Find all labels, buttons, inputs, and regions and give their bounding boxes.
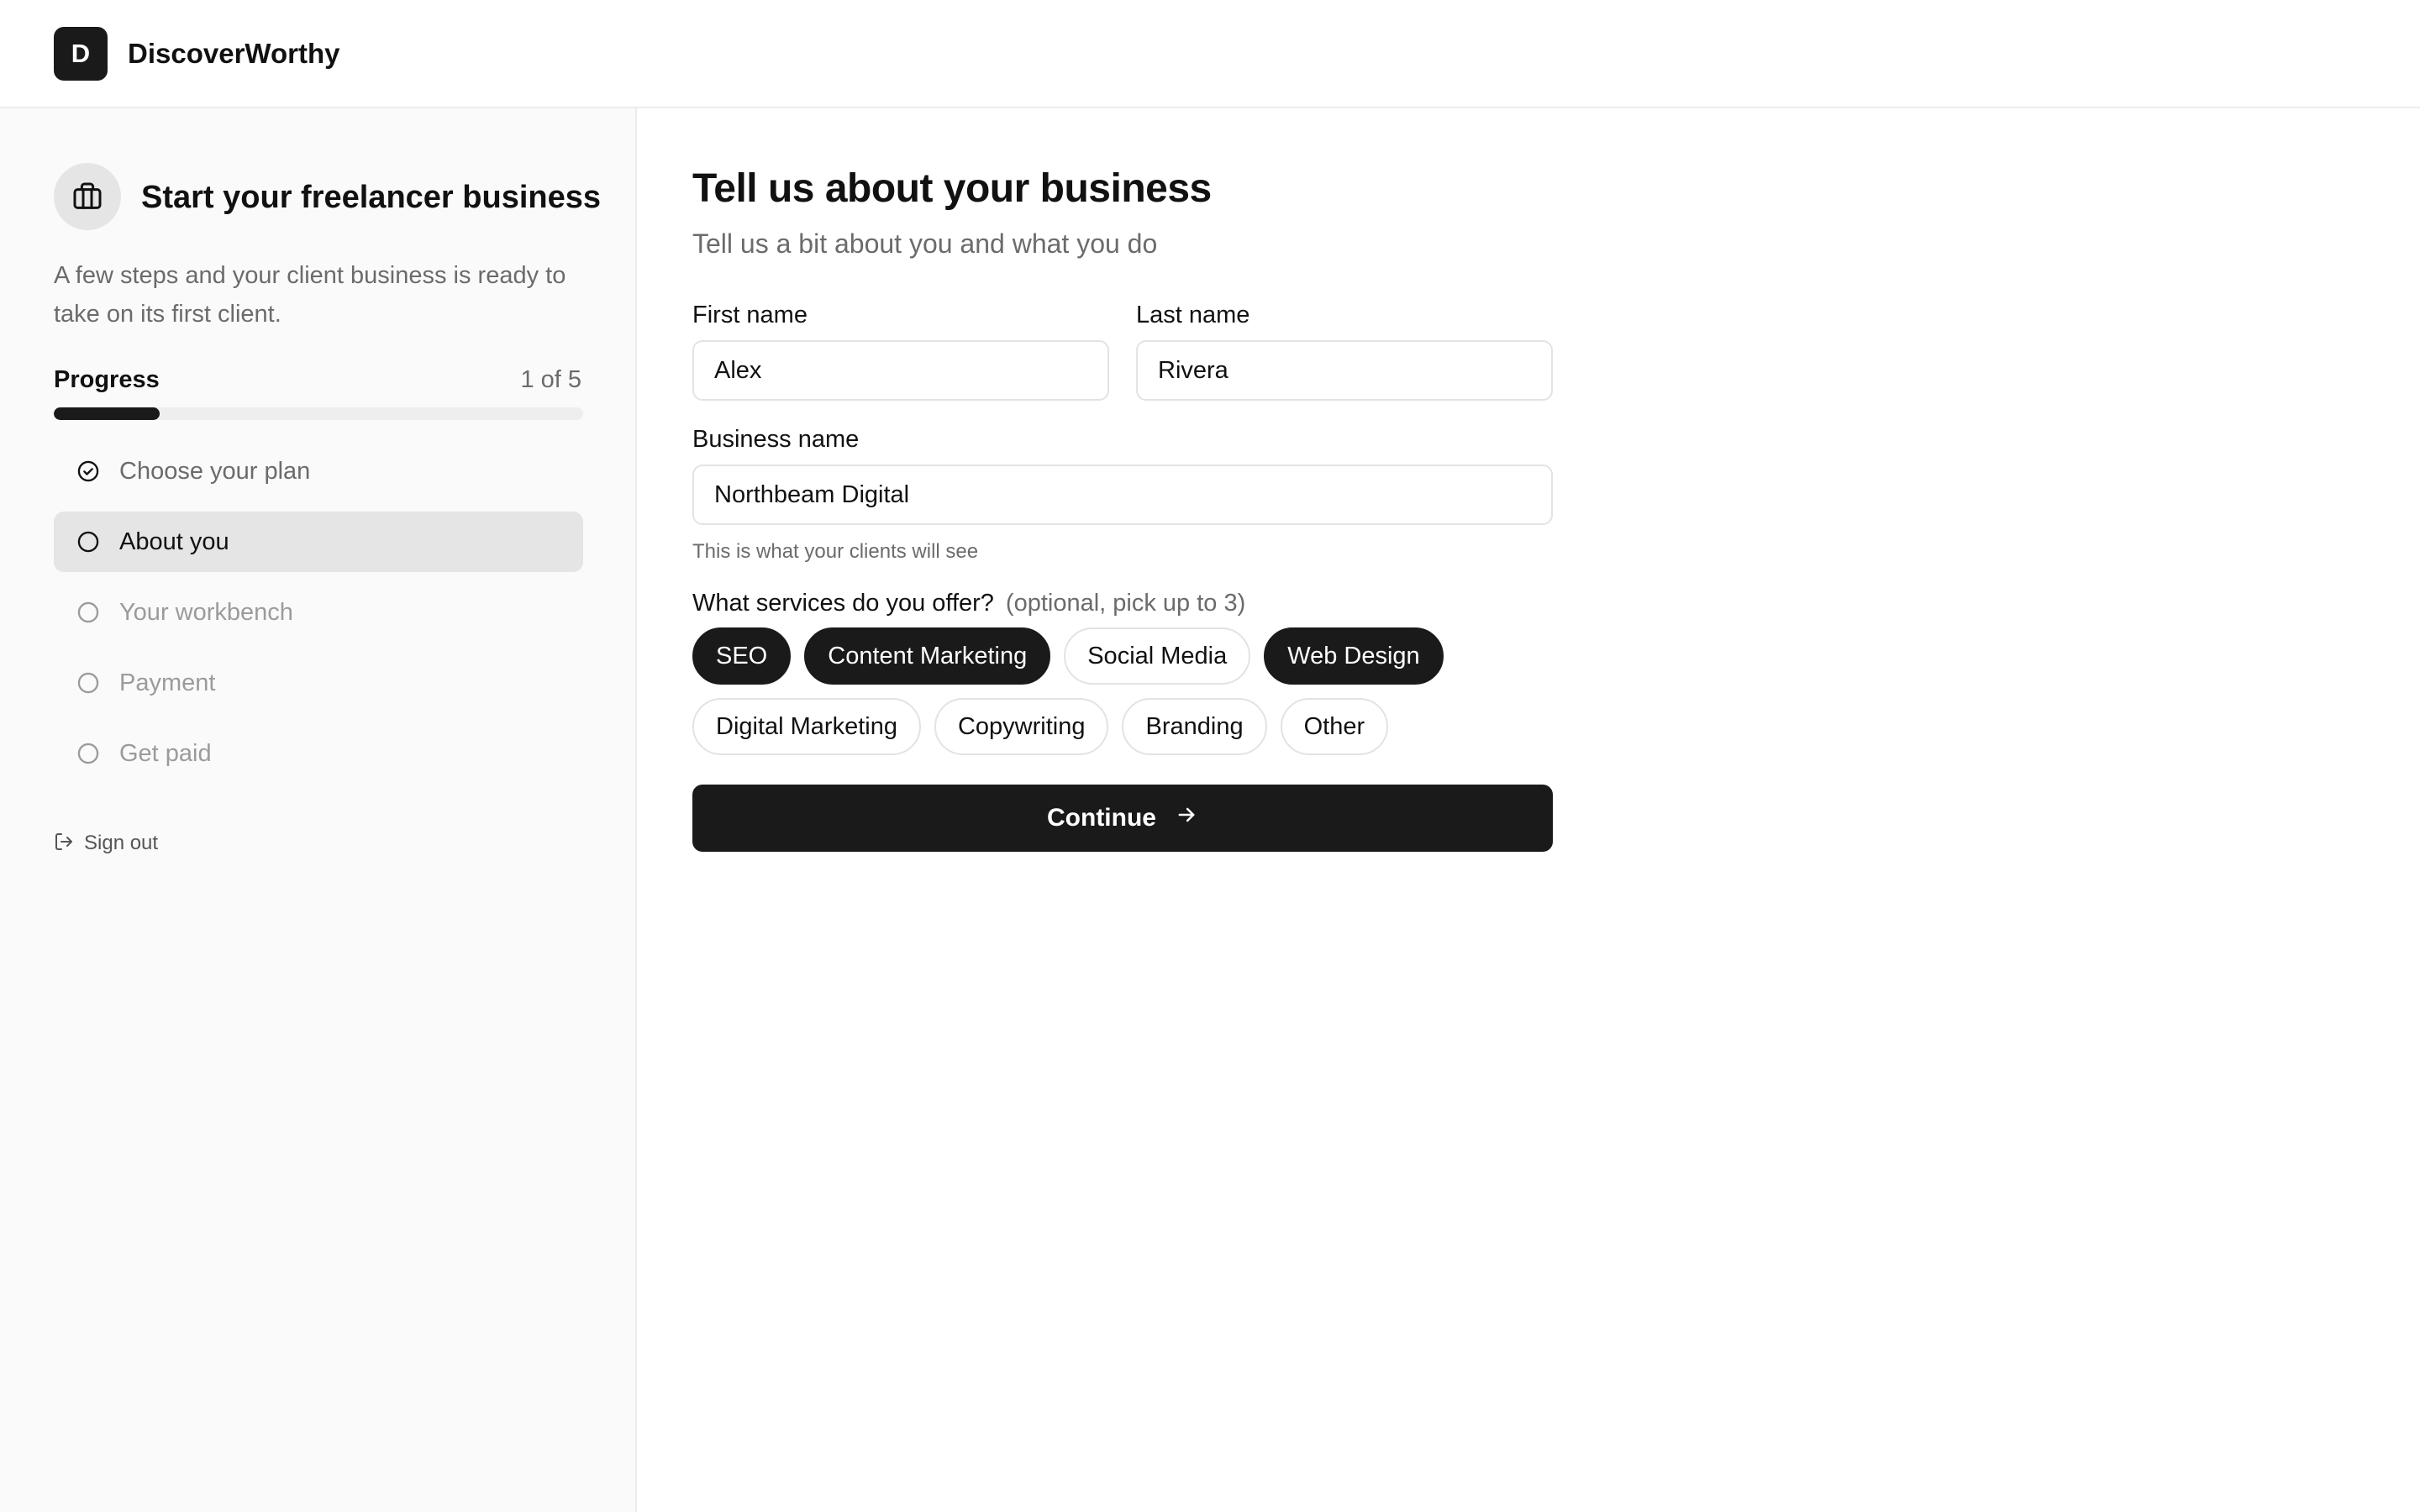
service-chip-branding[interactable]: Branding: [1122, 698, 1267, 755]
log-out-icon: [54, 832, 74, 856]
step-choose-plan[interactable]: Choose your plan: [54, 441, 583, 501]
page-title: Tell us about your business: [692, 166, 1212, 211]
top-bar: D DiscoverWorthy: [0, 0, 2420, 108]
step-list: Choose your plan About you Your workbenc…: [54, 441, 583, 794]
business-name-label: Business name: [692, 426, 860, 453]
sign-out-label: Sign out: [84, 832, 159, 854]
service-chip-web-design[interactable]: Web Design: [1264, 627, 1444, 685]
service-chip-digital-marketing[interactable]: Digital Marketing: [692, 698, 921, 755]
step-get-paid[interactable]: Get paid: [54, 723, 583, 784]
first-name-input[interactable]: [692, 340, 1109, 401]
sidebar-description: A few steps and your client business is …: [54, 262, 566, 328]
continue-button[interactable]: Continue: [692, 785, 1553, 852]
sign-out-link[interactable]: Sign out: [54, 829, 158, 858]
services-optional-note: (optional, pick up to 3): [1005, 590, 1246, 617]
sidebar-title: Start your freelancer business: [141, 180, 601, 215]
step-payment[interactable]: Payment: [54, 653, 583, 713]
continue-label: Continue: [1047, 804, 1156, 832]
business-name-hint: This is what your clients will see: [692, 540, 979, 563]
app-name[interactable]: DiscoverWorthy: [128, 35, 339, 72]
step-label: Get paid: [119, 740, 212, 767]
progress-bar: [54, 407, 583, 420]
services-chips-row-2: Digital Marketing Copywriting Branding O…: [692, 698, 1389, 755]
last-name-label: Last name: [1136, 302, 1250, 328]
circle-icon: [76, 670, 101, 696]
step-label: Choose your plan: [119, 458, 311, 485]
circle-icon: [76, 529, 101, 554]
onboarding-sidebar: Start your freelancer business A few ste…: [0, 108, 637, 1512]
step-label: Payment: [119, 669, 216, 696]
step-about-you[interactable]: About you: [54, 512, 583, 572]
step-your-workbench[interactable]: Your workbench: [54, 582, 583, 643]
services-label: What services do you offer? (optional, pi…: [692, 586, 1245, 620]
step-label: About you: [119, 528, 229, 555]
services-question: What services do you offer?: [692, 590, 994, 617]
briefcase-icon: [54, 163, 121, 230]
check-circle-icon: [76, 459, 101, 484]
service-chip-copywriting[interactable]: Copywriting: [934, 698, 1109, 755]
circle-icon: [76, 741, 101, 766]
step-label: Your workbench: [119, 599, 293, 626]
service-chip-content-marketing[interactable]: Content Marketing: [804, 627, 1051, 685]
service-chip-other[interactable]: Other: [1280, 698, 1389, 755]
business-name-input[interactable]: [692, 465, 1553, 525]
progress-count: 1 of 5: [520, 366, 581, 393]
services-chips-row-1: SEO Content Marketing Social Media Web D…: [692, 627, 1444, 685]
arrow-right-icon: [1175, 803, 1198, 833]
circle-icon: [76, 600, 101, 625]
service-chip-seo[interactable]: SEO: [692, 627, 792, 685]
first-name-label: First name: [692, 302, 808, 328]
service-chip-social-media[interactable]: Social Media: [1064, 627, 1251, 685]
progress-bar-fill: [54, 407, 160, 420]
progress-label: Progress: [54, 366, 160, 393]
page-subtitle: Tell us a bit about you and what you do: [692, 228, 1158, 259]
last-name-input[interactable]: [1136, 340, 1553, 401]
app-logo[interactable]: D: [54, 27, 108, 81]
